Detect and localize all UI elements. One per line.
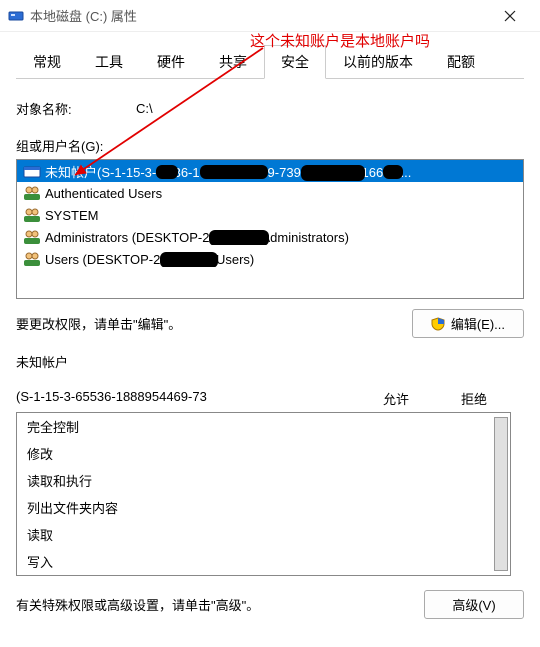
perm-row: 写入 [17,548,510,575]
group-icon [23,207,41,223]
list-item-label: 未知帐户(S-1-15-3-XX36-1XXXXXXX69-739XXXXXXX… [45,162,411,181]
groups-label: 组或用户名(G): [16,136,524,155]
titlebar: 本地磁盘 (C:) 属性 [0,0,540,32]
perm-row: 列出文件夹内容 [17,494,510,521]
tab-general[interactable]: 常规 [16,45,78,79]
users-listbox[interactable]: 未知帐户(S-1-15-3-XX36-1XXXXXXX69-739XXXXXXX… [16,159,524,299]
perm-row: 读取和执行 [17,467,510,494]
perm-row: 读取 [17,521,510,548]
object-name-value: C:\ [136,101,153,116]
group-icon [23,185,41,201]
window-title: 本地磁盘 (C:) 属性 [30,6,488,25]
list-item-label: Authenticated Users [45,186,162,201]
edit-button[interactable]: 编辑(E)... [412,309,524,338]
permissions-listbox[interactable]: 完全控制 修改 读取和执行 列出文件夹内容 读取 写入 [16,412,511,576]
list-item[interactable]: Authenticated Users [17,182,523,204]
list-item-label: Users (DESKTOP-2XXXXXX\Users) [45,252,254,267]
group-icon [23,229,41,245]
unknown-account-icon [23,163,41,179]
advanced-button[interactable]: 高级(V) [424,590,524,619]
drive-icon [8,8,24,24]
scrollbar[interactable] [494,417,508,571]
tab-hardware[interactable]: 硬件 [140,45,202,79]
edit-hint: 要更改权限，请单击"编辑"。 [16,314,181,333]
edit-button-label: 编辑(E)... [451,314,505,333]
list-item[interactable]: SYSTEM [17,204,523,226]
deny-header: 拒绝 [461,389,487,408]
object-name-label: 对象名称: [16,99,96,118]
annotation-text: 这个未知账户是本地账户吗 [250,30,430,51]
perm-row: 完全控制 [17,413,510,440]
list-item[interactable]: Users (DESKTOP-2XXXXXX\Users) [17,248,523,270]
advanced-hint: 有关特殊权限或高级设置，请单击"高级"。 [16,595,259,614]
selected-principal-line2: (S-1-15-3-65536-1888954469-73 [16,389,383,408]
list-item[interactable]: 未知帐户(S-1-15-3-XX36-1XXXXXXX69-739XXXXXXX… [17,160,523,182]
list-item-label: SYSTEM [45,208,98,223]
selected-principal-line1: 未知帐户 [16,352,524,371]
list-item[interactable]: Administrators (DESKTOP-2XXXXXXAdministr… [17,226,523,248]
close-button[interactable] [488,0,532,32]
group-icon [23,251,41,267]
perm-row: 修改 [17,440,510,467]
tab-tools[interactable]: 工具 [78,45,140,79]
tab-quota[interactable]: 配额 [430,45,492,79]
uac-shield-icon [431,317,445,331]
allow-header: 允许 [383,389,409,408]
list-item-label: Administrators (DESKTOP-2XXXXXXAdministr… [45,230,349,245]
